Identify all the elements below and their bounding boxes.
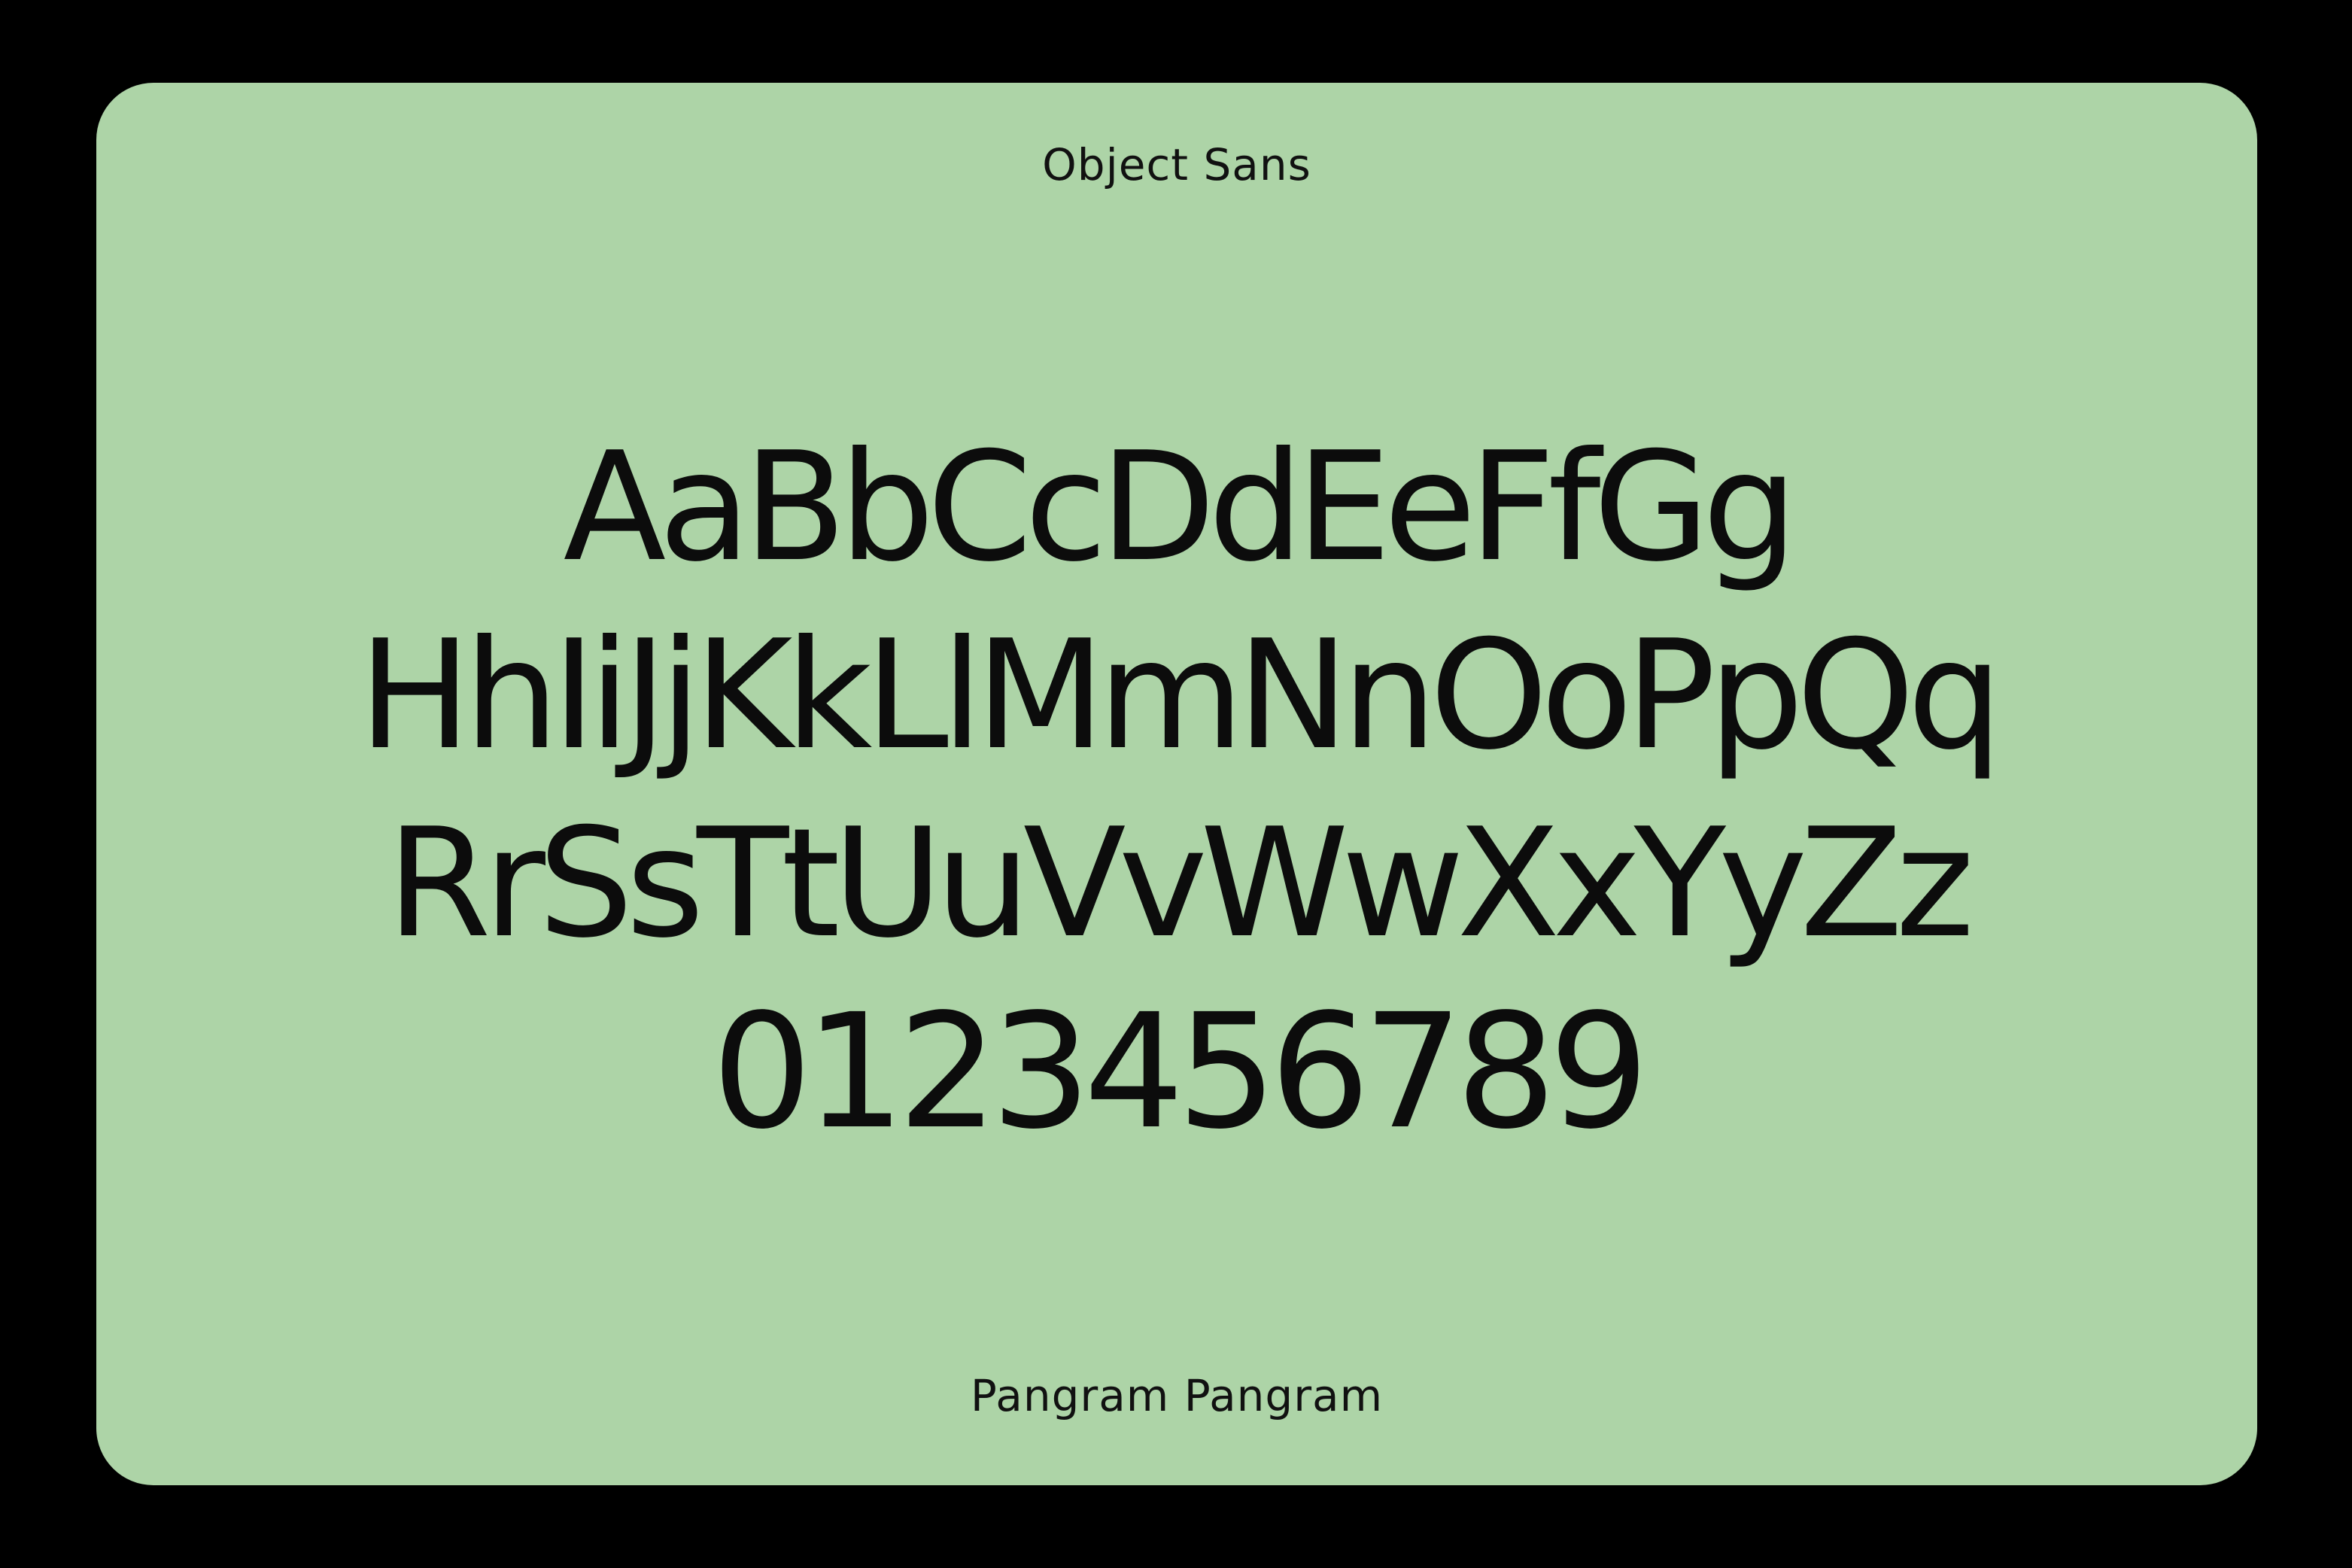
specimen-line-r-z: RrSsTtUuVvWwXxYyZz bbox=[386, 796, 1974, 971]
font-name-label: Object Sans bbox=[1042, 139, 1311, 190]
specimen-line-digits: 0123456789 bbox=[711, 980, 1649, 1164]
foundry-label: Pangram Pangram bbox=[970, 1370, 1384, 1421]
specimen-card: Object Sans AaBbCcDdEeFfGg HhIiJjKkLlMmN… bbox=[96, 83, 2257, 1485]
specimen-line-h-q: HhIiJjKkLlMmNnOoPpQq bbox=[358, 608, 2003, 783]
specimen-line-a-g: AaBbCcDdEeFfGg bbox=[563, 420, 1798, 595]
glyph-specimen: AaBbCcDdEeFfGg HhIiJjKkLlMmNnOoPpQq RrSs… bbox=[96, 414, 2257, 1166]
